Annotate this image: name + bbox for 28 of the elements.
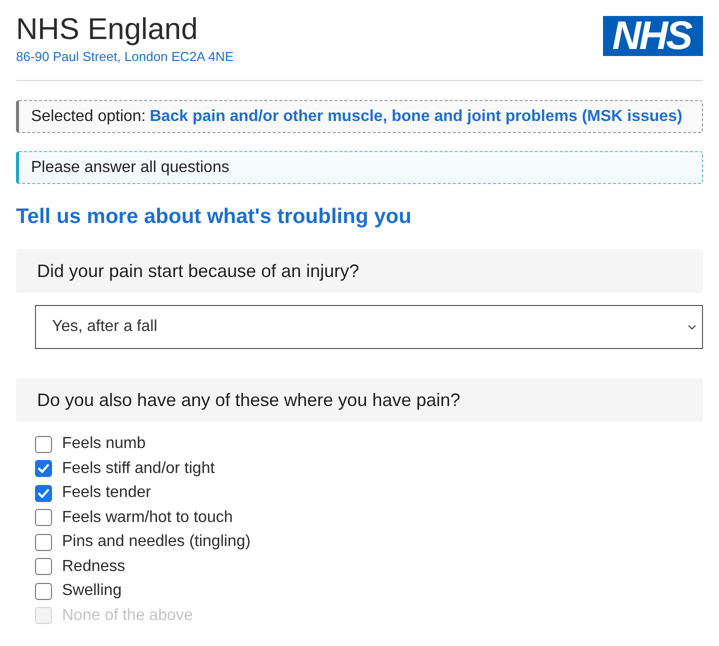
checkbox[interactable] (35, 534, 52, 551)
question-prompt: Do you also have any of these where you have pain? (16, 378, 703, 422)
checkbox[interactable] (35, 484, 52, 502)
answer-select[interactable]: Yes, after a fall (35, 305, 703, 349)
section-heading: Tell us more about what's troubling you (16, 204, 412, 230)
organisation-address: 86-90 Paul Street, London EC2A 4NE (16, 48, 234, 66)
selected-option-label: Selected option: (31, 108, 146, 126)
tick-icon (38, 488, 49, 498)
nhs-logo: NHS (603, 16, 703, 56)
checkbox-label: Pins and needles (tingling) (62, 533, 251, 552)
checkbox-label: Swelling (62, 582, 122, 600)
organisation-title: NHS England (16, 12, 199, 48)
checkbox-label: Feels stiff and/or tight (62, 460, 215, 478)
checkbox-label: Redness (62, 558, 126, 576)
selected-option-value: Back pain and/or other muscle, bone and joint problems (MSK issues) (150, 108, 682, 126)
notice-banner: Please answer all questions (16, 151, 703, 184)
tick-icon (38, 464, 49, 474)
checkbox-label: None of the above (62, 606, 193, 625)
checkbox-label: Feels warm/hot to touch (62, 508, 233, 527)
checkbox[interactable] (35, 436, 52, 453)
checkbox[interactable] (35, 582, 52, 600)
question-prompt: Did your pain start because of an injury? (16, 249, 703, 293)
caret-icon (688, 324, 696, 330)
checkbox[interactable] (35, 460, 52, 478)
checkbox-label: Feels tender (62, 484, 151, 502)
checkbox-label: Feels numb (62, 435, 146, 454)
checkbox[interactable] (35, 558, 52, 576)
checkbox[interactable] (35, 509, 52, 526)
